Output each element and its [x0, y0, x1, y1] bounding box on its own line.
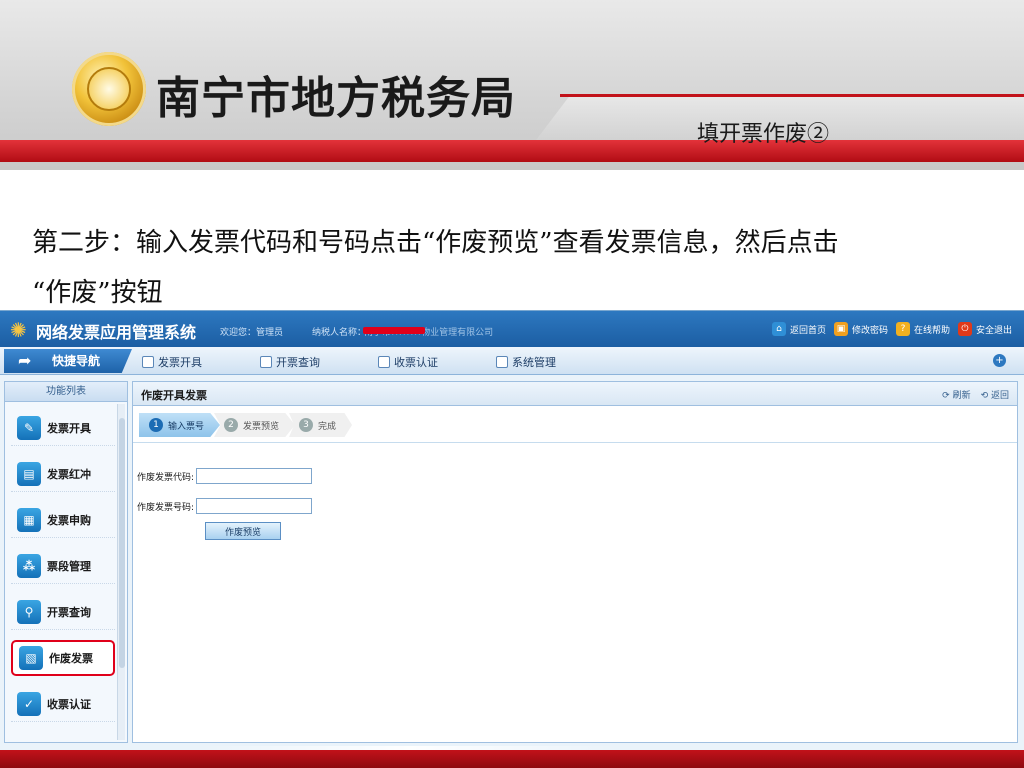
step-enter-number: 1 输入票号 [139, 413, 221, 437]
tax-bureau-emblem-icon [72, 52, 146, 126]
search-icon: ⚲ [17, 599, 41, 624]
sidebar-item-purchase[interactable]: ▦ 发票申购 [11, 502, 115, 538]
step-preview: 2 发票预览 [214, 413, 296, 437]
step-number: 3 [299, 418, 314, 432]
arrow-right-icon: ➦ [18, 351, 32, 370]
online-help-label: 在线帮助 [913, 325, 950, 336]
app-top-bar: ✺ 网络发票应用管理系统 欢迎您：管理员 纳税人名称： 南宁市××××物业管理有… [0, 311, 1024, 347]
receipt-icon [378, 356, 390, 368]
sidebar-item-label: 发票红冲 [47, 467, 91, 481]
logout-link[interactable]: ⏻ 安全退出 [957, 322, 1012, 336]
sidebar-scrollbar[interactable] [117, 404, 125, 740]
void-preview-button[interactable]: 作废预览 [205, 522, 281, 540]
invoice-number-row: 作废发票号码: [137, 498, 313, 514]
app-name: 网络发票应用管理系统 [36, 323, 197, 342]
step-number: 1 [149, 418, 163, 432]
logout-label: 安全退出 [975, 325, 1012, 336]
home-icon: ⌂ [771, 322, 786, 336]
sidebar-item-label: 发票开具 [47, 421, 91, 435]
header-red-bar [0, 140, 1024, 162]
app-window: ✺ 网络发票应用管理系统 欢迎您：管理员 纳税人名称： 南宁市××××物业管理有… [0, 310, 1024, 750]
nav-item-label: 开票查询 [276, 356, 320, 369]
scrollbar-thumb[interactable] [119, 418, 125, 668]
step-label: 发票预览 [243, 421, 280, 432]
back-label: 返回 [990, 391, 1009, 401]
quick-nav-label: 快捷导航 [52, 354, 101, 368]
check-icon: ✓ [17, 691, 41, 716]
settings-icon [496, 356, 508, 368]
back-button[interactable]: ⟲ 返回 [981, 388, 1009, 401]
sidebar-item-segment-manage[interactable]: ⁂ 票段管理 [11, 548, 115, 584]
home-link[interactable]: ⌂ 返回首页 [771, 322, 826, 336]
nav-item-label: 系统管理 [512, 356, 556, 369]
step-number: 2 [224, 418, 239, 432]
org-title: 南宁市地方税务局 [156, 73, 516, 124]
network-icon: ⁂ [17, 553, 41, 578]
nav-item-receipt-auth[interactable]: 收票认证 [378, 354, 438, 370]
power-icon: ⏻ [957, 322, 972, 336]
change-password-link[interactable]: ▣ 修改密码 [833, 322, 888, 336]
sidebar-item-void-invoice[interactable]: ▧ 作废发票 [11, 640, 115, 676]
main-panel: 作废开具发票 ⟳ 刷新 ⟲ 返回 1 输入票号 2 发票预览 3 完成 作废发票… [132, 381, 1018, 743]
divider [133, 442, 1017, 443]
edit-invoice-icon: ✎ [17, 415, 41, 440]
sidebar-item-label: 票段管理 [47, 559, 91, 573]
panel-title: 作废开具发票 [141, 389, 207, 402]
void-invoice-icon: ▧ [19, 646, 43, 670]
top-links: ⌂ 返回首页 ▣ 修改密码 ? 在线帮助 ⏻ 安全退出 [771, 322, 1012, 336]
step-indicator: 1 输入票号 2 发票预览 3 完成 [139, 412, 353, 438]
redaction-mark [363, 327, 425, 334]
nav-item-issue-invoice[interactable]: 发票开具 [142, 354, 202, 370]
nav-item-label: 发票开具 [158, 356, 202, 369]
sidebar-item-label: 作废发票 [49, 652, 93, 665]
invoice-code-row: 作废发票代码: [137, 468, 313, 484]
app-logo-icon: ✺ [10, 318, 27, 342]
slide-subtitle: 填开票作废② [697, 122, 830, 147]
instruction-line-1: 第二步：输入发票代码和号码点击“作废预览”查看发票信息，然后点击 [32, 228, 839, 258]
step-label: 输入票号 [168, 421, 205, 432]
help-icon: ? [895, 322, 910, 336]
invoice-number-input[interactable] [196, 498, 313, 514]
sidebar-item-invoice-query[interactable]: ⚲ 开票查询 [11, 594, 115, 630]
taxpayer-label: 纳税人名称： [312, 328, 367, 338]
refresh-label: 刷新 [952, 391, 971, 401]
purchase-icon: ▦ [17, 507, 41, 532]
invoice-code-label: 作废发票代码: [137, 472, 195, 483]
sidebar-item-issue-invoice[interactable]: ✎ 发票开具 [11, 410, 115, 446]
step-label: 完成 [318, 421, 337, 432]
home-link-label: 返回首页 [789, 325, 826, 336]
panel-header: 作废开具发票 ⟳ 刷新 ⟲ 返回 [133, 382, 1017, 406]
change-password-label: 修改密码 [851, 325, 888, 336]
slide-footer-bar [0, 750, 1024, 768]
refresh-button[interactable]: ⟳ 刷新 [942, 388, 970, 401]
quick-nav-button[interactable]: ➦ 快捷导航 [4, 349, 132, 373]
invoice-number-label: 作废发票号码: [137, 502, 195, 513]
lock-icon: ▣ [833, 322, 848, 336]
query-icon [260, 356, 272, 368]
sidebar-item-receipt-auth[interactable]: ✓ 收票认证 [11, 686, 115, 722]
main-navbar: ➦ 快捷导航 发票开具 开票查询 收票认证 系统管理 + [0, 347, 1024, 375]
nav-item-system-admin[interactable]: 系统管理 [496, 354, 556, 370]
invoice-code-input[interactable] [196, 468, 313, 484]
slide-header: 南宁市地方税务局 填开票作废② [0, 0, 1024, 170]
instruction-line-2: “作废”按钮 [32, 278, 163, 308]
expand-icon[interactable]: + [993, 354, 1006, 367]
online-help-link[interactable]: ? 在线帮助 [895, 322, 950, 336]
sidebar-item-red-invoice[interactable]: ▤ 发票红冲 [11, 456, 115, 492]
nav-item-label: 收票认证 [394, 356, 438, 369]
divider [560, 94, 1024, 97]
sidebar-item-label: 开票查询 [47, 605, 91, 619]
sidebar-header: 功能列表 [5, 382, 127, 402]
sidebar: 功能列表 ✎ 发票开具 ▤ 发票红冲 ▦ 发票申购 ⁂ 票段管理 ⚲ 开票查询 … [4, 381, 128, 743]
welcome-text: 欢迎您：管理员 [220, 328, 284, 338]
nav-item-invoice-query[interactable]: 开票查询 [260, 354, 320, 370]
sidebar-item-label: 发票申购 [47, 513, 91, 527]
sidebar-item-label: 收票认证 [47, 697, 91, 711]
step-complete: 3 完成 [289, 413, 353, 437]
panel-actions: ⟳ 刷新 ⟲ 返回 [942, 388, 1009, 401]
edit-icon [142, 356, 154, 368]
document-icon: ▤ [17, 461, 41, 486]
